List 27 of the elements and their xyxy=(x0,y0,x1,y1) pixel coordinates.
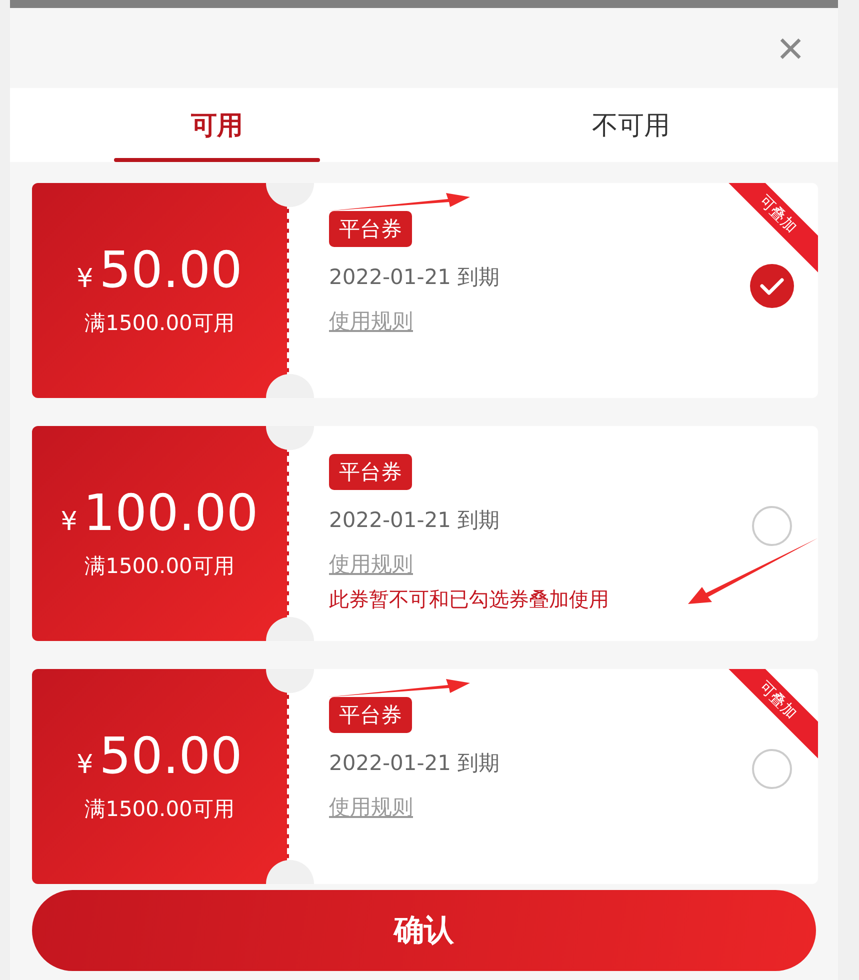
expiry-date: 2022-01-21 到期 xyxy=(329,264,500,291)
warning-text: 此券暂不可和已勾选券叠加使用 xyxy=(329,586,609,613)
expiry-date: 2022-01-21 到期 xyxy=(329,750,500,777)
tab[interactable]: 不可用 xyxy=(592,100,670,150)
coupon-tag: 平台券 xyxy=(329,454,412,490)
coupon-amount: 50.00 xyxy=(99,244,242,294)
select-radio[interactable] xyxy=(750,264,794,308)
coupon-amount: 50.00 xyxy=(99,730,242,780)
coupon-tag: 平台券 xyxy=(329,697,412,733)
check-icon xyxy=(760,277,784,295)
coupon-condition: 满1500.00可用 xyxy=(84,310,234,336)
select-radio[interactable] xyxy=(752,749,792,789)
tab[interactable]: 可用 xyxy=(191,100,243,150)
close-button[interactable]: × xyxy=(773,25,808,71)
currency-symbol: ¥ xyxy=(60,506,78,536)
rules-link[interactable]: 使用规则 xyxy=(329,793,413,821)
coupon-amount: 100.00 xyxy=(83,488,258,538)
rules-link[interactable]: 使用规则 xyxy=(329,550,413,578)
currency-symbol: ¥ xyxy=(76,750,94,780)
rules-link[interactable]: 使用规则 xyxy=(329,307,413,335)
select-radio[interactable] xyxy=(752,506,792,546)
currency-symbol: ¥ xyxy=(76,264,94,294)
confirm-button[interactable]: 确认 xyxy=(32,890,816,971)
coupon-tag: 平台券 xyxy=(329,211,412,247)
coupon-condition: 满1500.00可用 xyxy=(84,552,234,580)
coupon-condition: 满1500.00可用 xyxy=(84,796,234,822)
expiry-date: 2022-01-21 到期 xyxy=(329,507,500,534)
